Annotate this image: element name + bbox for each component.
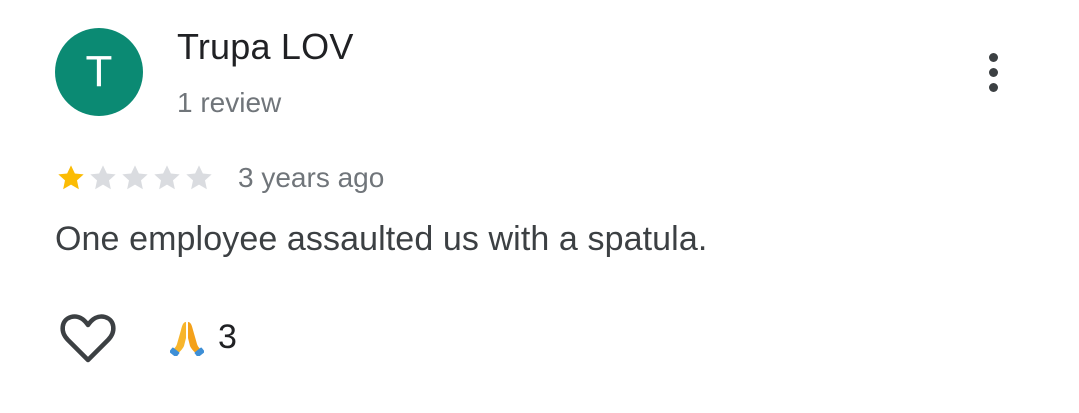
star-rating	[55, 162, 215, 194]
reaction-button[interactable]: 3	[170, 316, 237, 358]
star-empty-icon	[183, 162, 215, 194]
more-options-button[interactable]	[970, 48, 1016, 96]
author-name[interactable]: Trupa LOV	[177, 26, 354, 68]
more-vert-icon	[988, 52, 998, 62]
reaction-count: 3	[218, 317, 237, 356]
star-filled-icon	[55, 162, 87, 194]
avatar-initial: T	[85, 47, 113, 96]
heart-outline-icon	[60, 314, 116, 363]
review-card: T Trupa LOV 1 review 3 years ago One emp…	[0, 0, 1079, 413]
avatar[interactable]: T	[55, 28, 143, 116]
folded-hands-icon	[170, 322, 204, 356]
star-empty-icon	[87, 162, 119, 194]
review-text: One employee assaulted us with a spatula…	[55, 220, 708, 258]
like-button[interactable]	[58, 310, 118, 366]
star-empty-icon	[151, 162, 183, 194]
rating-row: 3 years ago	[55, 158, 384, 198]
review-timestamp: 3 years ago	[238, 162, 385, 193]
star-empty-icon	[119, 162, 151, 194]
review-count[interactable]: 1 review	[177, 87, 281, 119]
